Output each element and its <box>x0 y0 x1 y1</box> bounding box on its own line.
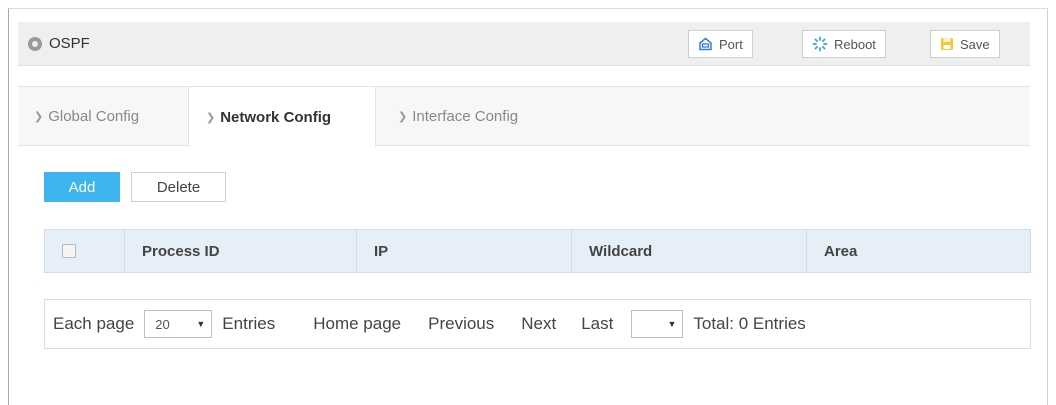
select-all-cell <box>45 230 125 272</box>
tab-interface-config[interactable]: ❯ Interface Config <box>398 87 518 146</box>
add-button[interactable]: Add <box>44 172 120 202</box>
previous-page-link[interactable]: Previous <box>428 314 494 334</box>
tab-label: Interface Config <box>412 108 519 125</box>
each-page-label: Each page <box>53 314 135 333</box>
entries-label: Entries <box>222 314 276 333</box>
chevron-right-icon: ❯ <box>398 111 408 123</box>
tab-label: Network Config <box>220 108 332 126</box>
page-size-select[interactable]: 20 ▼ <box>144 310 213 338</box>
port-button[interactable]: Port <box>688 30 753 58</box>
column-header-wildcard[interactable]: Wildcard <box>572 230 807 272</box>
home-page-link[interactable]: Home page <box>313 314 401 334</box>
delete-button[interactable]: Delete <box>131 172 226 202</box>
save-button[interactable]: Save <box>930 30 1000 58</box>
tab-label: Global Config <box>48 108 140 125</box>
select-all-checkbox[interactable] <box>62 244 76 258</box>
total-entries-label: Total: 0 Entries <box>693 314 806 333</box>
dropdown-arrow-icon: ▼ <box>667 319 677 329</box>
panel-header: OSPF Port Reboot Save <box>18 22 1030 66</box>
circle-icon <box>28 36 42 51</box>
tab-global-config[interactable]: ❯ Global Config <box>34 87 139 146</box>
save-button-label: Save <box>960 36 990 52</box>
port-icon <box>698 37 713 51</box>
panel-title: OSPF <box>28 35 90 52</box>
panel-title-text: OSPF <box>49 35 90 52</box>
port-button-label: Port <box>719 36 743 52</box>
pagination-bar: Each page 20 ▼ Entries Home page Previou… <box>44 299 1031 349</box>
page-number-select[interactable]: ▼ <box>631 310 684 338</box>
column-header-ip[interactable]: IP <box>357 230 572 272</box>
tab-network-config[interactable]: ❯ Network Config <box>188 87 376 147</box>
page-size-value: 20 <box>155 316 170 332</box>
save-icon <box>940 37 954 51</box>
column-header-area[interactable]: Area <box>807 230 1030 272</box>
chevron-right-icon: ❯ <box>206 111 216 124</box>
tab-bar: ❯ Global Config ❯ Network Config ❯ Inter… <box>18 86 1030 147</box>
reboot-icon <box>812 36 828 52</box>
reboot-button[interactable]: Reboot <box>802 30 886 58</box>
dropdown-arrow-icon: ▼ <box>196 319 206 329</box>
reboot-button-label: Reboot <box>834 36 876 52</box>
next-page-link[interactable]: Next <box>521 314 556 334</box>
table-header: Process ID IP Wildcard Area <box>44 229 1031 273</box>
chevron-right-icon: ❯ <box>34 111 44 123</box>
last-page-link[interactable]: Last <box>581 314 613 334</box>
column-header-process-id[interactable]: Process ID <box>125 230 357 272</box>
